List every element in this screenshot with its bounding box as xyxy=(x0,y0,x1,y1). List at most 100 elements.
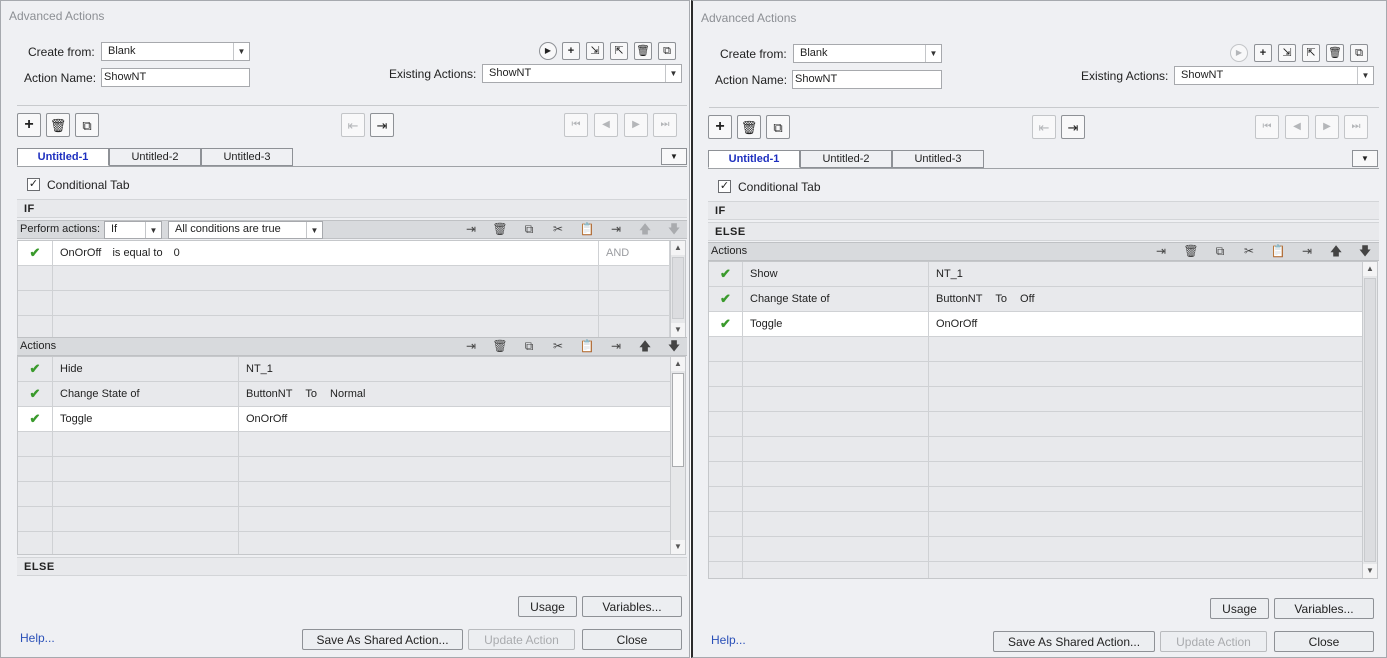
insert-row-icon[interactable]: ⇥ xyxy=(608,339,624,353)
duplicate-action-icon[interactable]: ⧉ xyxy=(658,42,676,60)
delete-action-icon[interactable]: 🗑 xyxy=(634,42,652,60)
scroll-thumb[interactable] xyxy=(1364,278,1376,562)
preview-play-icon[interactable]: ▶ xyxy=(539,42,557,60)
delete-decision-button[interactable]: 🗑 xyxy=(46,113,70,137)
usage-button[interactable]: Usage xyxy=(1210,598,1269,619)
move-up-icon[interactable]: 🡅 xyxy=(1328,244,1344,258)
duplicate-decision-button[interactable]: ⧉ xyxy=(75,113,99,137)
move-left-button[interactable]: ⇤ xyxy=(341,113,365,137)
cut-action-icon[interactable]: ✂ xyxy=(1241,244,1257,258)
help-link[interactable]: Help... xyxy=(711,633,746,647)
table-row[interactable]: ✔ Change State of ButtonNT To Off xyxy=(709,287,1362,312)
move-down-icon[interactable]: 🡇 xyxy=(666,222,682,236)
tab-untitled-3[interactable]: Untitled-3 xyxy=(892,150,984,168)
insert-action-icon[interactable]: ⇥ xyxy=(463,339,479,353)
condition-text[interactable]: OnOrOff is equal to 0 xyxy=(53,241,599,265)
tabs-dropdown-icon[interactable]: ▼ xyxy=(1352,150,1378,167)
action-name-input[interactable]: ShowNT xyxy=(101,68,250,87)
delete-action-icon[interactable]: 🗑 xyxy=(1326,44,1344,62)
create-from-select[interactable]: Blank ▼ xyxy=(793,44,942,63)
insert-condition-icon[interactable]: ⇥ xyxy=(463,222,479,236)
move-up-icon[interactable]: 🡅 xyxy=(637,222,653,236)
save-shared-action-button[interactable]: Save As Shared Action... xyxy=(993,631,1155,652)
action-name-cell[interactable]: Show xyxy=(743,262,929,286)
new-action-icon[interactable]: + xyxy=(562,42,580,60)
scroll-down-icon[interactable]: ▼ xyxy=(1363,564,1377,578)
create-from-select[interactable]: Blank ▼ xyxy=(101,42,250,61)
action-name-cell[interactable]: Change State of xyxy=(53,382,239,406)
duplicate-decision-button[interactable]: ⧉ xyxy=(766,115,790,139)
action-target-cell[interactable]: OnOrOff xyxy=(929,312,1362,336)
tab-untitled-2[interactable]: Untitled-2 xyxy=(109,148,201,166)
table-row[interactable] xyxy=(18,266,670,291)
table-row[interactable] xyxy=(709,412,1362,437)
help-link[interactable]: Help... xyxy=(20,631,55,645)
perform-if-select[interactable]: If ▼ xyxy=(104,221,162,239)
insert-action-icon[interactable]: ⇥ xyxy=(1153,244,1169,258)
move-down-icon[interactable]: 🡇 xyxy=(1357,244,1373,258)
scroll-up-icon[interactable]: ▲ xyxy=(671,357,685,371)
paste-condition-icon[interactable]: 📋 xyxy=(579,222,595,236)
action-target-cell[interactable]: NT_1 xyxy=(929,262,1362,286)
table-row[interactable] xyxy=(18,457,670,482)
else-section-header[interactable]: ELSE xyxy=(17,557,687,576)
paste-action-icon[interactable]: 📋 xyxy=(1270,244,1286,258)
prev-decision-icon[interactable]: ◀ xyxy=(594,113,618,137)
table-row[interactable] xyxy=(709,537,1362,562)
scroll-down-icon[interactable]: ▼ xyxy=(671,540,685,554)
table-row[interactable] xyxy=(18,291,670,316)
move-right-button[interactable]: ⇥ xyxy=(1061,115,1085,139)
save-shared-action-button[interactable]: Save As Shared Action... xyxy=(302,629,463,650)
usage-button[interactable]: Usage xyxy=(518,596,577,617)
next-decision-icon[interactable]: ▶ xyxy=(624,113,648,137)
conditional-tab-checkbox[interactable]: ✓ xyxy=(27,178,40,191)
action-name-cell[interactable]: Toggle xyxy=(743,312,929,336)
action-target-cell[interactable]: ButtonNT To Normal xyxy=(239,382,670,406)
import-action-icon[interactable]: ⇲ xyxy=(586,42,604,60)
scroll-up-icon[interactable]: ▲ xyxy=(1363,262,1377,276)
move-left-button[interactable]: ⇤ xyxy=(1032,115,1056,139)
else-section-header[interactable]: ELSE xyxy=(708,222,1379,241)
table-row[interactable] xyxy=(709,337,1362,362)
insert-row-icon[interactable]: ⇥ xyxy=(1299,244,1315,258)
prev-decision-icon[interactable]: ◀ xyxy=(1285,115,1309,139)
export-action-icon[interactable]: ⇱ xyxy=(610,42,628,60)
if-section-header[interactable]: IF xyxy=(708,201,1379,220)
delete-decision-button[interactable]: 🗑 xyxy=(737,115,761,139)
table-row[interactable]: ✔ Show NT_1 xyxy=(709,262,1362,287)
first-decision-icon[interactable]: ⏮ xyxy=(1255,115,1279,139)
copy-action-icon[interactable]: ⧉ xyxy=(1212,244,1228,258)
last-decision-icon[interactable]: ⏭ xyxy=(653,113,677,137)
existing-actions-select[interactable]: ShowNT ▼ xyxy=(1174,66,1374,85)
insert-row-icon[interactable]: ⇥ xyxy=(608,222,624,236)
table-row[interactable]: ✔ Toggle OnOrOff xyxy=(18,407,670,432)
actions-scrollbar[interactable]: ▲ ▼ xyxy=(670,357,685,554)
table-row[interactable] xyxy=(709,562,1362,578)
scroll-thumb[interactable] xyxy=(672,373,684,467)
action-name-cell[interactable]: Hide xyxy=(53,357,239,381)
delete-action-row-icon[interactable]: 🗑 xyxy=(492,339,508,353)
update-action-button[interactable]: Update Action xyxy=(468,629,575,650)
tab-untitled-3[interactable]: Untitled-3 xyxy=(201,148,293,166)
if-section-header[interactable]: IF xyxy=(17,199,687,218)
action-target-cell[interactable]: NT_1 xyxy=(239,357,670,381)
table-row[interactable] xyxy=(709,512,1362,537)
table-row[interactable] xyxy=(709,437,1362,462)
table-row[interactable] xyxy=(18,432,670,457)
conditions-select[interactable]: All conditions are true ▼ xyxy=(168,221,323,239)
table-row[interactable] xyxy=(709,387,1362,412)
update-action-button[interactable]: Update Action xyxy=(1160,631,1267,652)
action-target-cell[interactable]: ButtonNT To Off xyxy=(929,287,1362,311)
duplicate-action-icon[interactable]: ⧉ xyxy=(1350,44,1368,62)
table-row[interactable]: ✔ Change State of ButtonNT To Normal xyxy=(18,382,670,407)
paste-action-icon[interactable]: 📋 xyxy=(579,339,595,353)
conditional-tab-checkbox[interactable]: ✓ xyxy=(718,180,731,193)
scroll-up-icon[interactable]: ▲ xyxy=(671,241,685,255)
move-up-icon[interactable]: 🡅 xyxy=(637,339,653,353)
new-action-icon[interactable]: + xyxy=(1254,44,1272,62)
copy-action-icon[interactable]: ⧉ xyxy=(521,339,537,353)
tabs-dropdown-icon[interactable]: ▼ xyxy=(661,148,687,165)
delete-action-row-icon[interactable]: 🗑 xyxy=(1183,244,1199,258)
conditions-scrollbar[interactable]: ▲ ▼ xyxy=(670,241,685,337)
actions-scrollbar[interactable]: ▲ ▼ xyxy=(1362,262,1377,578)
